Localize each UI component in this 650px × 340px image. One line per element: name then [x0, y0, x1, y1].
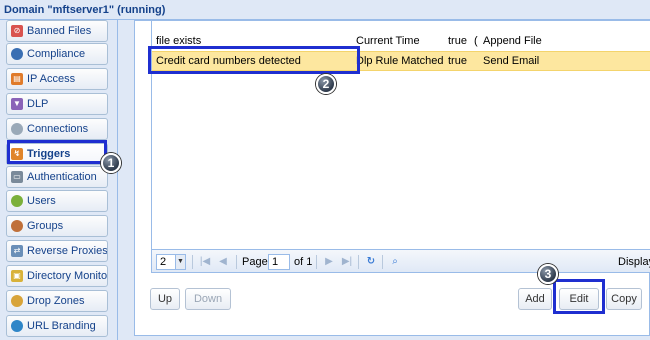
cell-event: Current Time	[356, 35, 420, 47]
edit-button[interactable]: Edit	[559, 288, 599, 310]
page-label: Page	[242, 256, 268, 268]
page-number-input[interactable]: 1	[268, 254, 290, 270]
sidebar-item-triggers[interactable]: ↯ Triggers	[6, 143, 108, 165]
sidebar-item-directory-monitors[interactable]: ▣ Directory Monitors	[6, 265, 108, 287]
cell-flag	[474, 52, 482, 72]
toolbar-separator	[192, 255, 193, 269]
sidebar-item-label: DLP	[27, 98, 49, 110]
sidebar-item-label: Users	[27, 195, 56, 207]
window-title: Domain "mftserver1" (running)	[0, 0, 650, 20]
table-row[interactable]: Credit card numbers detected Dlp Rule Ma…	[152, 51, 650, 71]
authentication-icon: ▭	[11, 171, 23, 183]
sidebar-item-label: URL Branding	[27, 320, 96, 332]
sidebar-item-connections[interactable]: Connections	[6, 118, 108, 140]
users-icon	[11, 195, 23, 207]
sidebar-item-label: Reverse Proxies	[27, 245, 108, 257]
paging-toolbar: 2 ▼ |◀ ◀ Page 1 of 1 ▶ ▶| ↻ ⌕ Display	[152, 249, 650, 272]
compliance-icon	[11, 48, 23, 60]
down-button[interactable]: Down	[185, 288, 231, 310]
sidebar-item-label: IP Access	[27, 73, 76, 85]
cell-enabled: true	[448, 35, 467, 47]
sidebar-item-drop-zones[interactable]: Drop Zones	[6, 290, 108, 312]
triggers-icon: ↯	[11, 148, 23, 160]
drop-zones-icon	[11, 295, 23, 307]
cell-name: file exists	[156, 35, 202, 47]
toolbar-separator	[382, 255, 383, 269]
up-button[interactable]: Up	[150, 288, 180, 310]
cell-action: Append File	[483, 35, 542, 47]
refresh-icon[interactable]: ↻	[364, 254, 378, 270]
url-branding-icon	[11, 320, 23, 332]
connections-icon	[11, 123, 23, 135]
copy-button[interactable]: Copy	[606, 288, 642, 310]
sidebar-item-authentication[interactable]: ▭ Authentication	[6, 166, 108, 188]
callout-badge-2: 2	[316, 74, 336, 94]
sidebar-item-reverse-proxies[interactable]: ⇄ Reverse Proxies	[6, 240, 108, 262]
sidebar-item-banned-files[interactable]: ⊘ Banned Files	[6, 20, 108, 42]
cell-event: Dlp Rule Matched	[356, 55, 444, 67]
toolbar-separator	[358, 255, 359, 269]
callout-badge-1: 1	[101, 153, 121, 173]
page-size-value: 2	[160, 256, 167, 268]
triggers-panel: file exists Current Time true ( Append F…	[134, 20, 650, 336]
last-page-icon[interactable]: ▶|	[340, 254, 354, 270]
callout-badge-3: 3	[538, 264, 558, 284]
sidebar-item-ip-access[interactable]: ▤ IP Access	[6, 68, 108, 90]
sidebar: ⊘ Banned Files Compliance ▤ IP Access ▼ …	[0, 20, 118, 340]
cell-flag: (	[474, 35, 478, 47]
table-row[interactable]: file exists Current Time true ( Append F…	[152, 32, 650, 52]
page-count-label: of 1	[294, 256, 313, 268]
prev-page-icon[interactable]: ◀	[216, 254, 230, 270]
sidebar-item-label: Compliance	[27, 48, 86, 60]
sidebar-item-compliance[interactable]: Compliance	[6, 43, 108, 65]
add-button[interactable]: Add	[518, 288, 552, 310]
sidebar-item-label: Directory Monitors	[27, 270, 108, 282]
sidebar-item-label: Authentication	[27, 171, 97, 183]
cell-action: Send Email	[483, 55, 540, 67]
cell-name: Credit card numbers detected	[156, 55, 301, 67]
sidebar-item-label: Groups	[27, 220, 64, 232]
sidebar-item-dlp[interactable]: ▼ DLP	[6, 93, 108, 115]
directory-monitors-icon: ▣	[11, 270, 23, 282]
search-icon[interactable]: ⌕	[388, 254, 402, 270]
dlp-icon: ▼	[11, 98, 23, 110]
banned-files-icon: ⊘	[11, 25, 23, 37]
groups-icon	[11, 220, 23, 232]
page-size-select[interactable]: 2 ▼	[156, 254, 186, 270]
main-area: file exists Current Time true ( Append F…	[118, 20, 650, 340]
triggers-grid: file exists Current Time true ( Append F…	[151, 21, 650, 273]
sidebar-item-users[interactable]: Users	[6, 190, 108, 212]
first-page-icon[interactable]: |◀	[198, 254, 212, 270]
display-info: Display	[618, 256, 650, 268]
sidebar-item-label: Banned Files	[27, 25, 92, 37]
sidebar-item-groups[interactable]: Groups	[6, 215, 108, 237]
reverse-proxies-icon: ⇄	[11, 245, 23, 257]
toolbar-separator	[316, 255, 317, 269]
next-page-icon[interactable]: ▶	[322, 254, 336, 270]
sidebar-item-url-branding[interactable]: URL Branding	[6, 315, 108, 337]
sidebar-item-label: Connections	[27, 123, 89, 135]
chevron-down-icon: ▼	[175, 255, 185, 269]
cell-enabled: true	[448, 55, 467, 67]
sidebar-item-label: Triggers	[27, 148, 71, 160]
ip-access-icon: ▤	[11, 73, 23, 85]
toolbar-separator	[236, 255, 237, 269]
sidebar-item-label: Drop Zones	[27, 295, 85, 307]
